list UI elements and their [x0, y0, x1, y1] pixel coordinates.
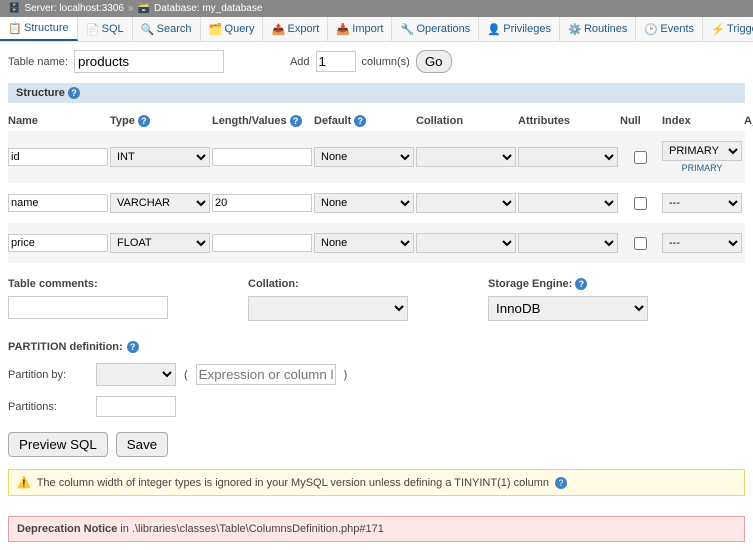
column-row: FLOAT None --- — [8, 223, 745, 263]
col-attributes-select[interactable] — [518, 147, 618, 167]
h-default: Default ? — [314, 115, 414, 127]
tab-structure[interactable]: 📋Structure — [0, 17, 78, 41]
events-icon: 🕑 — [644, 23, 656, 35]
partition-by-select[interactable] — [96, 363, 176, 386]
col-null-checkbox[interactable] — [634, 237, 647, 250]
col-default-select[interactable]: None — [314, 233, 414, 253]
col-length-input[interactable] — [212, 194, 312, 212]
col-collation-select[interactable] — [416, 193, 516, 213]
collation-label: Collation: — [248, 278, 408, 290]
tab-privileges[interactable]: 👤Privileges — [479, 17, 560, 41]
breadcrumb: 🗄️ Server: localhost:3306 » 🗃️ Database:… — [0, 0, 753, 17]
h-collation: Collation — [416, 115, 516, 127]
table-name-label: Table name: — [8, 56, 68, 68]
col-type-select[interactable]: FLOAT — [110, 233, 210, 253]
col-default-select[interactable]: None — [314, 193, 414, 213]
structure-heading: Structure ? — [8, 83, 745, 103]
col-name-input[interactable] — [8, 234, 108, 252]
help-icon[interactable]: ? — [555, 477, 567, 489]
partitions-count-label: Partitions: — [8, 401, 88, 413]
partition-expr-input[interactable] — [196, 364, 336, 385]
tab-export[interactable]: 📤Export — [263, 17, 328, 41]
h-index: Index — [662, 115, 742, 127]
col-length-input[interactable] — [212, 148, 312, 166]
breadcrumb-sep: » — [128, 3, 134, 14]
help-icon[interactable]: ? — [138, 115, 150, 127]
add-label: Add — [290, 56, 310, 68]
col-default-select[interactable]: None — [314, 147, 414, 167]
add-columns-count[interactable] — [316, 51, 356, 72]
partition-by-label: Partition by: — [8, 369, 88, 381]
tab-sql[interactable]: 📄SQL — [78, 17, 133, 41]
partitions-count-input[interactable] — [96, 396, 176, 417]
export-icon: 📤 — [271, 23, 283, 35]
notice: ⚠️ The column width of integer types is … — [8, 469, 745, 496]
collation-select[interactable] — [248, 296, 408, 321]
column-row: VARCHAR None --- — [8, 183, 745, 223]
help-icon[interactable]: ? — [575, 278, 587, 290]
h-length: Length/Values ? — [212, 115, 312, 127]
col-attributes-select[interactable] — [518, 233, 618, 253]
database-icon: 🗃️ — [138, 3, 150, 14]
privileges-icon: 👤 — [487, 23, 499, 35]
columns-label: column(s) — [362, 56, 410, 68]
deprecation-notice: Deprecation Notice in .\libraries\classe… — [8, 516, 745, 542]
breadcrumb-server[interactable]: Server: localhost:3306 — [24, 3, 124, 14]
col-index-select[interactable]: --- — [662, 233, 742, 253]
col-index-select[interactable]: --- — [662, 193, 742, 213]
query-icon: 🗂️ — [209, 23, 221, 35]
operations-icon: 🔧 — [400, 23, 412, 35]
help-icon[interactable]: ? — [127, 341, 139, 353]
col-null-checkbox[interactable] — [634, 151, 647, 164]
save-button[interactable]: Save — [116, 432, 168, 457]
comments-input[interactable] — [8, 296, 168, 319]
engine-label: Storage Engine: ? — [488, 278, 648, 290]
routines-icon: ⚙️ — [568, 23, 580, 35]
comments-label: Table comments: — [8, 278, 168, 290]
help-icon[interactable]: ? — [68, 87, 80, 99]
structure-icon: 📋 — [8, 22, 20, 34]
breadcrumb-db[interactable]: Database: my_database — [154, 3, 262, 14]
h-attributes: Attributes — [518, 115, 618, 127]
tab-routines[interactable]: ⚙️Routines — [560, 17, 636, 41]
col-name-input[interactable] — [8, 194, 108, 212]
engine-select[interactable]: InnoDB — [488, 296, 648, 321]
tabs: 📋Structure 📄SQL 🔍Search 🗂️Query 📤Export … — [0, 17, 753, 42]
h-type: Type ? — [110, 115, 210, 127]
col-collation-select[interactable] — [416, 233, 516, 253]
go-button[interactable]: Go — [416, 50, 452, 73]
help-icon[interactable]: ? — [290, 115, 302, 127]
preview-sql-button[interactable]: Preview SQL — [8, 432, 108, 457]
search-icon: 🔍 — [141, 23, 153, 35]
tab-operations[interactable]: 🔧Operations — [392, 17, 479, 41]
warning-icon: ⚠️ — [17, 476, 31, 489]
col-null-checkbox[interactable] — [634, 197, 647, 210]
import-icon: 📥 — [336, 23, 348, 35]
col-name-input[interactable] — [8, 148, 108, 166]
h-name: Name — [8, 115, 108, 127]
table-name-input[interactable] — [74, 50, 224, 73]
columns-header: Name Type ? Length/Values ? Default ? Co… — [8, 111, 745, 131]
sql-icon: 📄 — [86, 23, 98, 35]
col-length-input[interactable] — [212, 234, 312, 252]
tab-events[interactable]: 🕑Events — [636, 17, 703, 41]
tab-import[interactable]: 📥Import — [328, 17, 392, 41]
tab-query[interactable]: 🗂️Query — [201, 17, 264, 41]
server-icon: 🗄️ — [8, 3, 20, 14]
column-row: INT None PRIMARY PRIMARY — [8, 131, 745, 183]
triggers-icon: ⚡ — [711, 23, 723, 35]
tab-triggers[interactable]: ⚡Triggers — [703, 17, 753, 41]
index-sublabel: PRIMARY — [662, 163, 742, 173]
h-null: Null — [620, 115, 660, 127]
tab-search[interactable]: 🔍Search — [133, 17, 201, 41]
col-attributes-select[interactable] — [518, 193, 618, 213]
help-icon[interactable]: ? — [354, 115, 366, 127]
col-type-select[interactable]: VARCHAR — [110, 193, 210, 213]
col-type-select[interactable]: INT — [110, 147, 210, 167]
col-index-select[interactable]: PRIMARY — [662, 141, 742, 161]
col-collation-select[interactable] — [416, 147, 516, 167]
h-ai: A_I — [744, 115, 753, 127]
partition-heading: PARTITION definition: ? — [8, 341, 745, 353]
